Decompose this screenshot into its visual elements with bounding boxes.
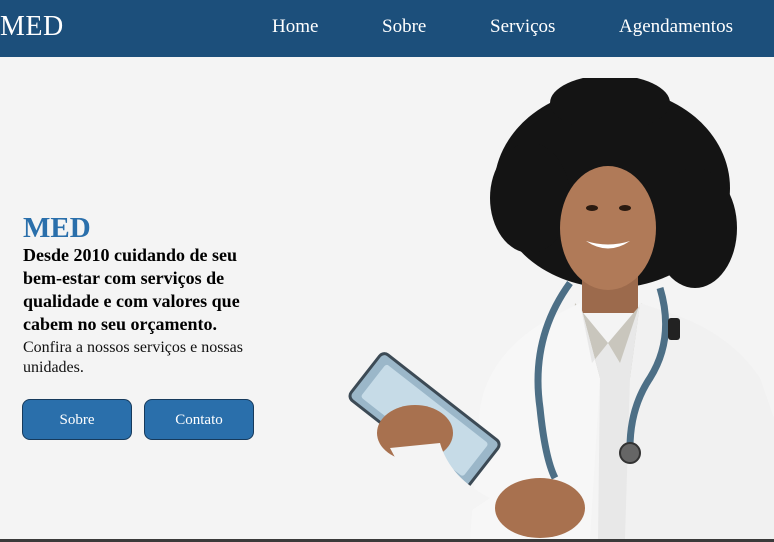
hero-text-block: MED Desde 2010 cuidando de seu bem-estar… — [23, 212, 278, 378]
hero-subtext: Confira a nossos serviços e nossas unida… — [23, 339, 243, 376]
nav-link-servicos[interactable]: Serviços — [490, 16, 555, 38]
doctor-hero-image — [348, 78, 774, 539]
nav-link-home[interactable]: Home — [272, 16, 318, 38]
sobre-button[interactable]: Sobre — [22, 399, 132, 440]
nav-link-agendamentos[interactable]: Agendamentos — [619, 16, 733, 38]
face-shape — [560, 166, 656, 290]
hero-brand-title: MED — [23, 212, 91, 244]
right-hand — [495, 478, 585, 538]
top-navbar: MED Home Sobre Serviços Agendamentos — [0, 0, 774, 57]
contato-button[interactable]: Contato — [144, 399, 254, 440]
nav-link-sobre[interactable]: Sobre — [382, 16, 426, 38]
site-logo[interactable]: MED — [0, 11, 64, 43]
hero-headline: Desde 2010 cuidando de seu bem-estar com… — [23, 245, 240, 334]
coat-right — [625, 303, 774, 539]
